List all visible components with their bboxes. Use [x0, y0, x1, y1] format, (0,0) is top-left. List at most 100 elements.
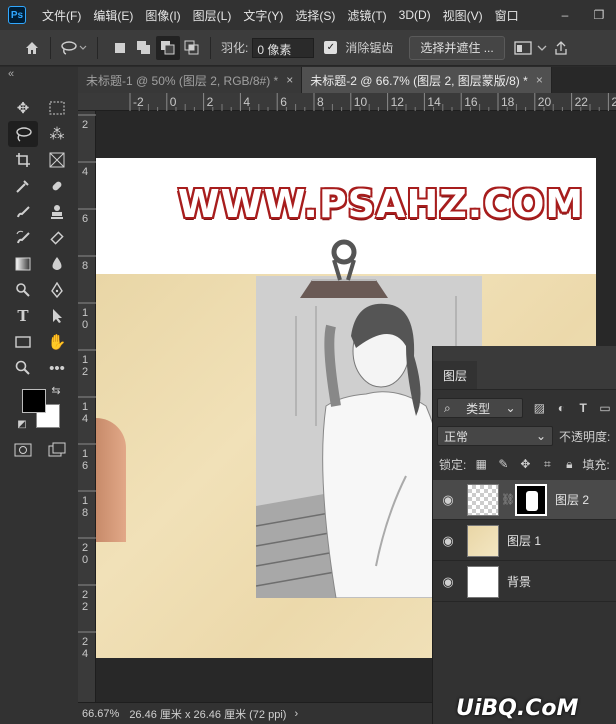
rectangle-tool-icon[interactable]	[8, 329, 38, 355]
intersect-selection-icon[interactable]	[180, 36, 204, 60]
menu-type[interactable]: 文字(Y)	[237, 7, 289, 24]
restore-button[interactable]: ❐	[584, 0, 614, 30]
marquee-tool-icon[interactable]	[42, 95, 72, 121]
healing-brush-tool-icon[interactable]	[42, 173, 72, 199]
menu-window[interactable]: 窗口	[489, 7, 525, 24]
filter-type-icon[interactable]: T	[572, 401, 594, 415]
status-menu-arrow[interactable]: ›	[294, 708, 298, 720]
antialias-checkbox[interactable]: ✓	[324, 41, 338, 54]
menu-image[interactable]: 图像(I)	[139, 7, 186, 24]
subtract-selection-icon[interactable]	[156, 35, 180, 60]
filter-pixel-icon[interactable]: ▨	[529, 401, 551, 415]
layer-row[interactable]: ◉ 图层 1	[433, 521, 616, 561]
lasso-preset-icon[interactable]	[57, 36, 91, 60]
eraser-tool-icon[interactable]	[42, 225, 72, 251]
visibility-eye-icon[interactable]: ◉	[433, 533, 463, 549]
ruler-tick-label: 6	[82, 460, 88, 472]
ruler-tick-label: -2	[133, 95, 144, 109]
new-selection-icon[interactable]	[108, 36, 132, 60]
menu-layer[interactable]: 图层(L)	[187, 7, 238, 24]
chevron-down-icon: ⌄	[505, 401, 516, 415]
menu-filter[interactable]: 滤镜(T)	[341, 7, 392, 24]
tab-layers[interactable]: 图层	[433, 359, 478, 389]
tab-close-icon[interactable]: ×	[536, 73, 543, 87]
pen-tool-icon[interactable]	[42, 277, 72, 303]
default-colors-icon[interactable]: ◩	[14, 417, 30, 431]
ruler-tick-label: 20	[538, 95, 552, 109]
binder-clip-image	[300, 239, 388, 298]
ruler-tick-label: 1	[82, 307, 88, 319]
menu-edit[interactable]: 编辑(E)	[87, 7, 139, 24]
lock-transparent-pixels-icon[interactable]: ▦	[470, 457, 492, 471]
antialias-label: 消除锯齿	[345, 41, 394, 55]
search-icon: ⌕	[444, 400, 451, 415]
layer-mask-thumbnail[interactable]	[515, 483, 547, 516]
layer-row[interactable]: ◉ ⛓︎ 图层 2	[433, 480, 616, 520]
document-tab-active[interactable]: 未标题-2 @ 66.7% (图层 2, 图层蒙版/8) * ×	[302, 67, 552, 93]
feather-input[interactable]: 0 像素	[252, 37, 315, 58]
chevron-down-icon: ⌄	[535, 429, 546, 443]
menu-view[interactable]: 视图(V)	[437, 7, 489, 24]
layer-row[interactable]: ◉ 背景	[433, 562, 616, 602]
foreground-color-swatch[interactable]	[22, 389, 46, 413]
ruler-tick-label: 4	[82, 166, 88, 178]
select-and-mask-button[interactable]: 选择并遮住 ...	[409, 35, 505, 60]
filter-shape-icon[interactable]: ▭	[594, 401, 616, 415]
share-icon[interactable]	[549, 36, 573, 60]
ruler-tick-label: 2	[82, 366, 88, 378]
quick-mask-icon[interactable]	[8, 437, 38, 463]
lasso-tool-icon[interactable]	[8, 121, 38, 147]
more-tools-icon[interactable]: •••	[42, 355, 72, 381]
canvas-watermark: WWW.PSAHZ.COM	[177, 182, 585, 226]
zoom-tool-icon[interactable]	[8, 355, 38, 381]
gradient-tool-icon[interactable]	[8, 251, 38, 277]
filter-adjustment-icon[interactable]: ◐	[550, 401, 572, 415]
menu-3d[interactable]: 3D(D)	[393, 8, 437, 22]
panel-collapse-toggle[interactable]: «	[0, 67, 78, 93]
ruler-tick-label: 2	[82, 601, 88, 613]
brush-tool-icon[interactable]	[8, 199, 38, 225]
hand-tool-icon[interactable]: ✋	[42, 329, 72, 355]
minimize-button[interactable]: –	[550, 0, 580, 30]
swap-colors-icon[interactable]: ⇆	[48, 383, 64, 397]
lock-all-icon[interactable]: 🔒︎	[558, 457, 580, 472]
menu-select[interactable]: 选择(S)	[289, 7, 341, 24]
chevron-down-icon[interactable]	[535, 36, 549, 60]
crop-tool-icon[interactable]	[8, 147, 38, 173]
lock-position-icon[interactable]: ✥	[514, 457, 536, 471]
home-icon[interactable]	[20, 36, 44, 60]
ruler-tick-label: 1	[82, 354, 88, 366]
ruler-tick-label: 6	[280, 95, 287, 109]
magic-wand-tool-icon[interactable]: ⁂	[42, 121, 72, 147]
photoshop-logo-icon[interactable]: Ps	[8, 6, 26, 24]
lock-artboard-icon[interactable]: ⌗	[536, 457, 558, 472]
separator	[97, 36, 98, 59]
lock-image-pixels-icon[interactable]: ✎	[492, 457, 514, 471]
type-tool-icon[interactable]: T	[8, 303, 38, 329]
eyedropper-tool-icon[interactable]	[8, 173, 38, 199]
history-brush-tool-icon[interactable]	[8, 225, 38, 251]
blend-mode-select[interactable]: 正常 ⌄	[437, 426, 553, 446]
screen-mode-icon[interactable]	[42, 437, 72, 463]
frame-tool-icon[interactable]	[42, 147, 72, 173]
link-icon[interactable]: ⛓︎	[501, 493, 515, 506]
layer-filter-select[interactable]: ⌕ 类型 ⌄	[437, 398, 523, 418]
status-bar: 66.67% 26.46 厘米 x 26.46 厘米 (72 ppi) ›	[78, 702, 432, 724]
separator	[210, 36, 211, 59]
visibility-eye-icon[interactable]: ◉	[433, 574, 463, 590]
menu-file[interactable]: 文件(F)	[36, 7, 87, 24]
feather-label: 羽化:	[221, 41, 249, 55]
add-selection-icon[interactable]	[132, 36, 156, 60]
move-tool-icon[interactable]: ✥	[8, 95, 38, 121]
dodge-tool-icon[interactable]	[8, 277, 38, 303]
ruler-tick-label: 0	[170, 95, 177, 109]
clone-stamp-tool-icon[interactable]	[42, 199, 72, 225]
visibility-eye-icon[interactable]: ◉	[433, 492, 463, 508]
workspace-icon[interactable]	[511, 36, 535, 60]
document-tab[interactable]: 未标题-1 @ 50% (图层 2, RGB/8#) * ×	[78, 67, 303, 93]
path-selection-tool-icon[interactable]	[42, 303, 72, 329]
zoom-level[interactable]: 66.67%	[82, 708, 119, 720]
ruler-tick-label: 2	[82, 636, 88, 648]
blur-tool-icon[interactable]	[42, 251, 72, 277]
tab-close-icon[interactable]: ×	[286, 73, 293, 87]
